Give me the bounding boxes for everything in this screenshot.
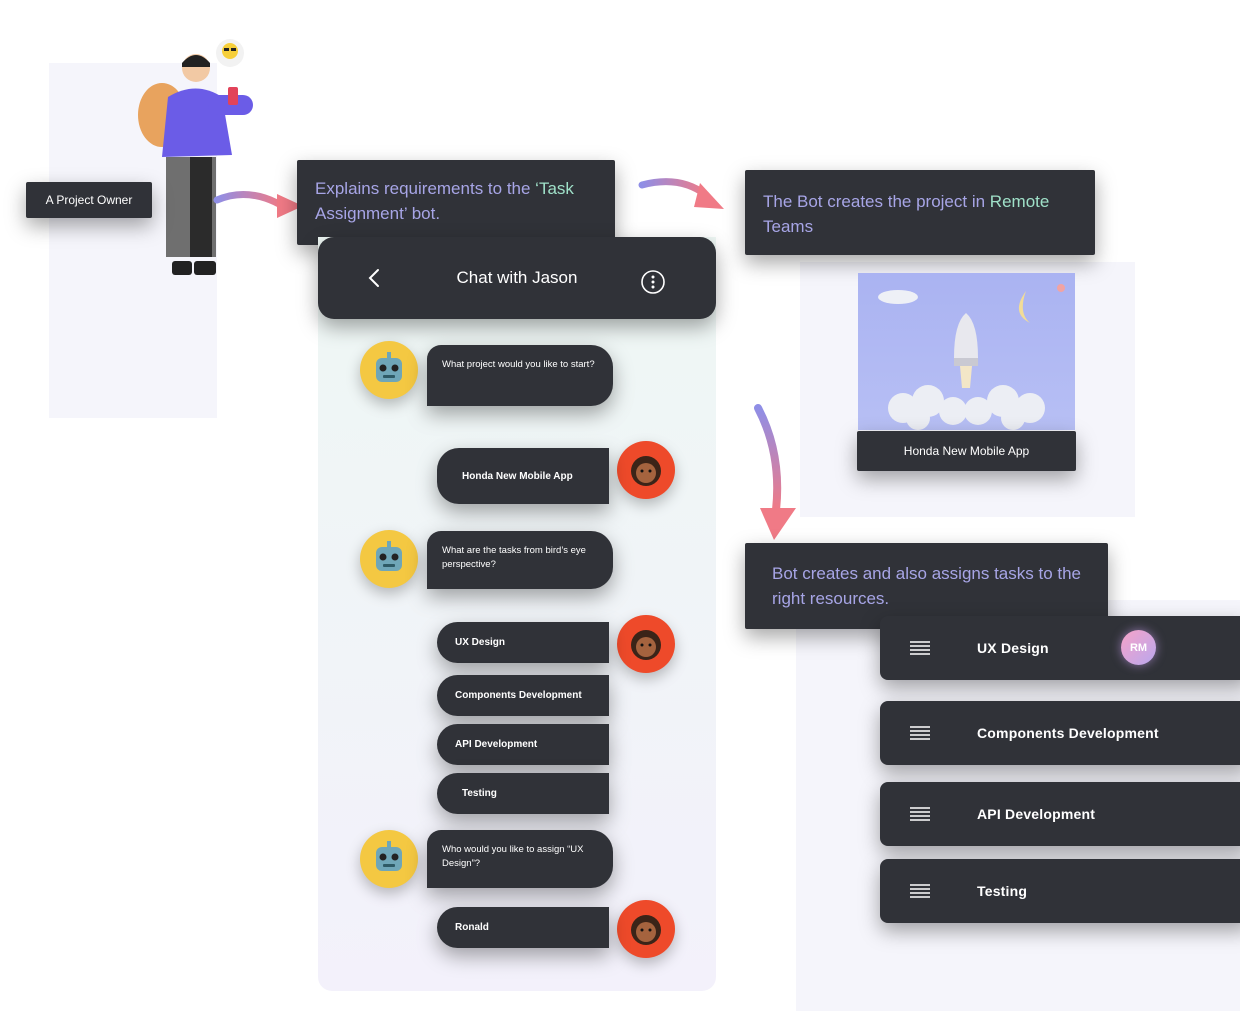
- callout-explains-requirements: Explains requirements to the ‘Task Assig…: [297, 160, 615, 245]
- person-face-icon: [631, 915, 661, 945]
- user-message: Components Development: [437, 675, 609, 716]
- callout-1-highlight: ‘Task: [535, 179, 574, 198]
- robot-icon: [376, 841, 402, 871]
- drag-handle-icon[interactable]: [910, 806, 930, 822]
- drag-handle-icon[interactable]: [910, 725, 930, 741]
- chat-header: Chat with Jason: [318, 237, 716, 319]
- user-message: Testing: [437, 773, 609, 814]
- assignee-avatar[interactable]: RM: [1121, 630, 1156, 665]
- callout-3-text: Bot creates and also assigns tasks to th…: [772, 564, 1082, 608]
- task-label: UX Design: [977, 640, 1049, 656]
- drag-handle-icon[interactable]: [910, 883, 930, 899]
- callout-bot-creates-project: The Bot creates the project in Remote Te…: [745, 170, 1095, 255]
- project-card-caption-text: Honda New Mobile App: [903, 444, 1030, 458]
- project-rocket-illustration: [858, 273, 1075, 430]
- task-label: API Development: [977, 806, 1096, 822]
- callout-1-text-end: Assignment’ bot.: [315, 204, 441, 223]
- task-row[interactable]: UX Design: [880, 616, 1240, 680]
- bot-message: Who would you like to assign “UX Design”…: [427, 830, 613, 888]
- user-message: API Development: [437, 724, 609, 765]
- project-owner-label: A Project Owner: [26, 182, 152, 218]
- project-card-caption: Honda New Mobile App: [857, 431, 1076, 471]
- callout-2-text: The Bot creates the project in: [763, 192, 990, 211]
- task-label: Testing: [977, 883, 1028, 899]
- task-row[interactable]: Testing: [880, 859, 1240, 923]
- bot-message: What project would you like to start?: [427, 345, 613, 406]
- bot-message: What are the tasks from bird’s eye persp…: [427, 531, 613, 589]
- drag-handle-icon[interactable]: [910, 640, 930, 656]
- task-label: Components Development: [977, 725, 1159, 741]
- callout-2-text-end: Teams: [763, 217, 814, 236]
- user-avatar: [617, 441, 675, 499]
- more-vertical-icon[interactable]: [641, 270, 665, 294]
- bot-avatar: [360, 530, 418, 588]
- callout-2-highlight: Remote: [989, 192, 1050, 211]
- bot-avatar: [360, 341, 418, 399]
- person-face-icon: [631, 456, 661, 486]
- arrow-callout-to-bot: [638, 178, 724, 209]
- user-message: UX Design: [437, 622, 609, 663]
- project-owner-illustration: [138, 39, 253, 275]
- arrow-project-to-tasks: [754, 404, 796, 540]
- user-avatar: [617, 900, 675, 958]
- rocket-icon: [878, 284, 1065, 430]
- robot-icon: [376, 352, 402, 382]
- robot-icon: [376, 541, 402, 571]
- task-row[interactable]: API Development: [880, 782, 1240, 846]
- arrow-owner-to-callout: [213, 191, 303, 218]
- user-message: Honda New Mobile App: [437, 448, 609, 504]
- task-row[interactable]: Components Development: [880, 701, 1240, 765]
- callout-1-text: Explains requirements to the: [315, 179, 536, 198]
- project-owner-text: A Project Owner: [45, 193, 133, 207]
- user-message: Ronald: [437, 907, 609, 948]
- bot-avatar: [360, 830, 418, 888]
- person-face-icon: [631, 630, 661, 660]
- user-avatar: [617, 615, 675, 673]
